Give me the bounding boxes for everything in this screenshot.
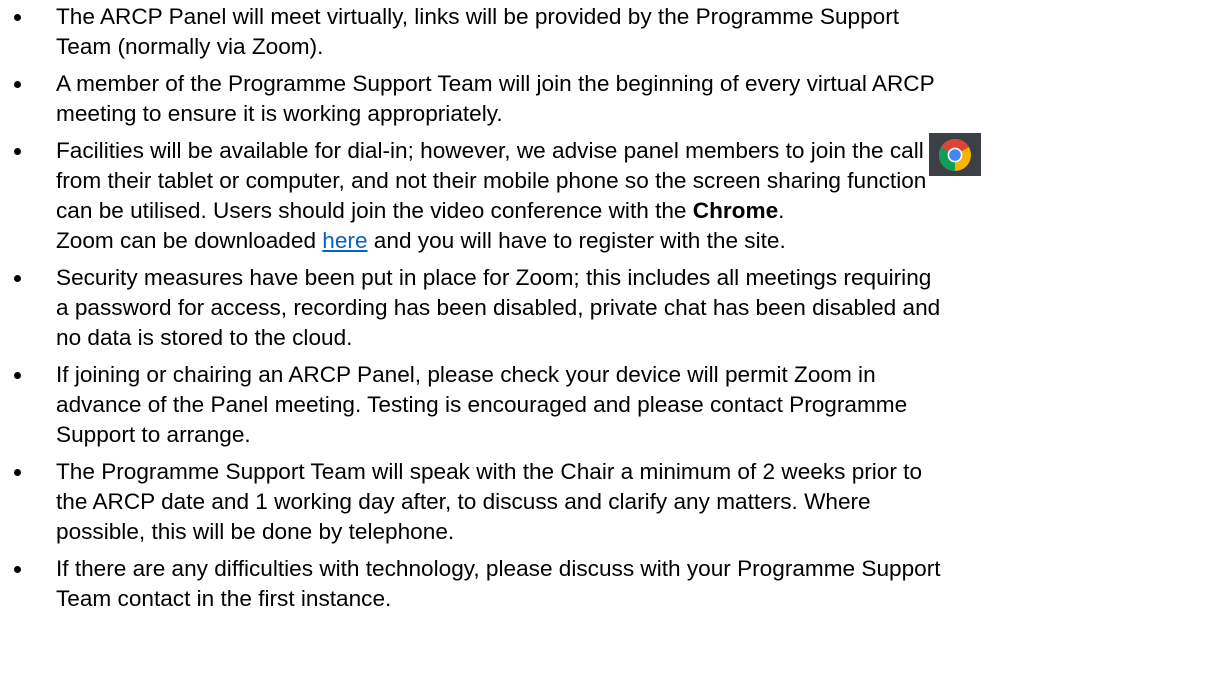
zoom-download-link[interactable]: here	[322, 228, 367, 253]
list-item: The ARCP Panel will meet virtually, link…	[0, 2, 1220, 62]
text-line: a password for access, recording has bee…	[56, 295, 941, 320]
text-line: the ARCP date and 1 working day after, t…	[56, 489, 871, 514]
text-segment: Zoom can be downloaded	[56, 228, 323, 253]
bullet-dot	[14, 372, 21, 379]
text-line: can be utilised. Users should join the v…	[56, 196, 1206, 226]
text-line: A member of the Programme Support Team w…	[56, 71, 935, 96]
bullet-list: The ARCP Panel will meet virtually, link…	[0, 2, 1220, 621]
bullet-dot	[14, 148, 21, 155]
text-line: The ARCP Panel will meet virtually, link…	[56, 4, 900, 29]
bullet-dot	[14, 469, 21, 476]
text-line: Team (normally via Zoom).	[56, 34, 324, 59]
text-line: meeting to ensure it is working appropri…	[56, 101, 503, 126]
bullet-dot	[14, 566, 21, 573]
chrome-icon	[938, 138, 971, 171]
bullet-dot	[14, 81, 21, 88]
text-line: If there are any difficulties with techn…	[56, 556, 941, 581]
chrome-logo-badge	[929, 133, 981, 176]
list-item: Security measures have been put in place…	[0, 263, 1220, 353]
text-line: Team contact in the first instance.	[56, 586, 392, 611]
list-item: If joining or chairing an ARCP Panel, pl…	[0, 360, 1220, 450]
text-line: If joining or chairing an ARCP Panel, pl…	[56, 362, 876, 387]
text-line: advance of the Panel meeting. Testing is…	[56, 392, 908, 417]
text-line: Zoom can be downloaded here and you will…	[56, 226, 1206, 256]
text-segment: and you will have to register with the s…	[367, 228, 786, 253]
text-line: Support to arrange.	[56, 422, 251, 447]
list-item: Facilities will be available for dial-in…	[0, 136, 1220, 256]
list-item: A member of the Programme Support Team w…	[0, 69, 1220, 129]
text-line: from their tablet or computer, and not t…	[56, 168, 927, 193]
text-line: no data is stored to the cloud.	[56, 325, 353, 350]
bullet-dot	[14, 275, 21, 282]
list-item: If there are any difficulties with techn…	[0, 554, 1220, 614]
text-line: Facilities will be available for dial-in…	[56, 138, 924, 163]
bullet-dot	[14, 14, 21, 21]
text-line: possible, this will be done by telephone…	[56, 519, 455, 544]
text-segment: can be utilised. Users should join the v…	[56, 198, 693, 223]
list-item: The Programme Support Team will speak wi…	[0, 457, 1220, 547]
text-segment: .	[778, 198, 785, 223]
document-page: The ARCP Panel will meet virtually, link…	[0, 0, 1220, 697]
text-line: Security measures have been put in place…	[56, 265, 932, 290]
text-line: The Programme Support Team will speak wi…	[56, 459, 923, 484]
chrome-emphasis: Chrome	[692, 198, 779, 223]
